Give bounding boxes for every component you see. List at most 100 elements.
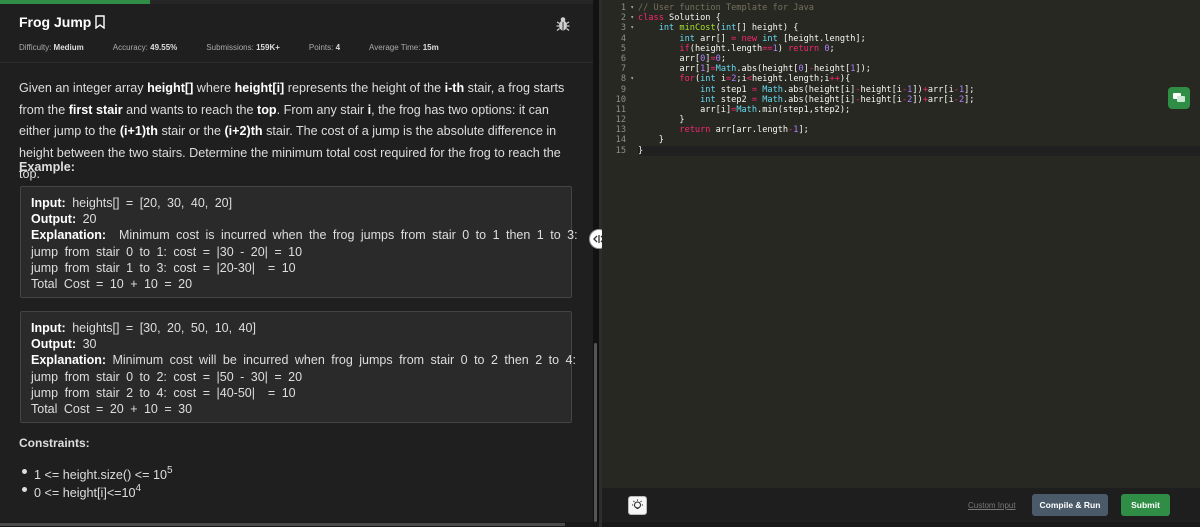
desc-text: . From any stair (276, 102, 368, 117)
accuracy-value: 49.55% (150, 43, 178, 52)
problem-title: Frog Jump (19, 14, 106, 30)
bookmark-icon[interactable] (94, 15, 106, 29)
code-area[interactable]: // User function Template for Java class … (638, 3, 1200, 156)
code-line[interactable]: return arr[arr.length-1]; (638, 125, 1200, 135)
output-label: Output: (31, 212, 77, 227)
line-number: 5 (620, 43, 626, 54)
explanation-value: Minimum cost will be incurred when frog … (106, 353, 576, 368)
constraints-heading: Constraints: (19, 436, 90, 450)
avg-time-meta: Average Time: 15m (369, 43, 439, 52)
custom-input-link[interactable]: Custom Input (968, 501, 1016, 510)
line-number: 10 (615, 94, 626, 105)
desc-bold: height[i] (234, 81, 285, 95)
constraint-item: 0 <= height[i]<=104 (22, 480, 173, 500)
active-tab-indicator (0, 0, 150, 4)
desc-bold: (i+2)th (224, 124, 263, 138)
code-editor[interactable]: 1 ▾ 2 ▾ 3 ▾ 4 5 6 7 8 ▾ 9 10 11 12 13 14 15 … (602, 0, 1200, 488)
example-output: Output: 30 (31, 336, 561, 352)
desc-bold: first stair (68, 102, 123, 117)
code-line[interactable]: int step1 = Math.abs(height[i]-height[i-… (638, 85, 1200, 95)
chat-icon[interactable] (1168, 87, 1190, 109)
header-divider (0, 62, 593, 63)
code-line[interactable]: int arr[] = new int [height.length]; (638, 34, 1200, 44)
submissions-meta: Submissions: 159K+ (206, 43, 280, 52)
problem-scrollbar-thumb[interactable] (594, 343, 597, 522)
problem-description: Given an integer array height[] where he… (19, 78, 579, 186)
points-label: Points: (308, 43, 334, 52)
points-meta: Points: 4 (309, 43, 340, 52)
fold-arrow-icon[interactable]: ▾ (630, 3, 634, 13)
desc-bold: top (257, 102, 277, 117)
line-number: 12 (615, 115, 626, 126)
constraint-exponent: 5 (167, 465, 173, 476)
line-number: 14 (615, 135, 626, 146)
explanation-line: jump from stair 2 to 4: cost = |40-50| =… (31, 385, 296, 400)
fold-arrow-icon[interactable]: ▾ (630, 23, 634, 33)
line-number: 6 (620, 53, 626, 64)
avg-time-value: 15m (422, 43, 439, 52)
code-line[interactable]: arr[i]=Math.min(step1,step2); (638, 105, 1200, 115)
example-explanation: Explanation: Minimum cost will be incurr… (31, 352, 576, 368)
example-input: Input: heights[] = [30, 20, 50, 10, 40] (31, 320, 561, 336)
explanation-label: Explanation: (31, 228, 107, 243)
line-number: 3 ▾ (620, 23, 634, 34)
code-line[interactable]: // User function Template for Java (638, 3, 1200, 13)
desc-text: and wants to reach the (122, 102, 258, 117)
line-number: 11 (615, 104, 626, 115)
constraint-text: 0 <= height[i]<=10 (34, 486, 136, 500)
points-value: 4 (335, 43, 341, 52)
submissions-label: Submissions: (206, 43, 254, 52)
code-line[interactable]: } (638, 135, 1200, 145)
line-number: 1 ▾ (620, 3, 634, 13)
code-line[interactable]: int minCost(int[] height) { (638, 23, 1200, 33)
example-box: Input: heights[] = [30, 20, 50, 10, 40] … (20, 311, 576, 423)
code-line[interactable]: } (638, 115, 1200, 125)
output-value: 30 (76, 337, 97, 352)
bug-icon[interactable] (556, 16, 570, 32)
example-explanation: Explanation: Minimum cost is incurred wh… (31, 227, 578, 243)
code-line[interactable]: for(int i=2;i<height.length;i++){ (638, 74, 1200, 84)
constraint-exponent: 4 (135, 483, 142, 494)
line-number: 2 ▾ (620, 13, 634, 24)
compile-run-button[interactable]: Compile & Run (1032, 494, 1108, 516)
avg-time-label: Average Time: (369, 43, 421, 52)
explanation-line: jump from stair 0 to 1: cost = |30 - 20|… (31, 244, 303, 259)
fold-arrow-icon[interactable]: ▾ (630, 13, 634, 23)
code-line[interactable]: if(height.length==1) return 0; (638, 44, 1200, 54)
problem-pane: Frog Jump Difficulty: Medium Accuracy: 4… (0, 0, 593, 522)
problem-meta: Difficulty: Medium Accuracy: 49.55% Subm… (19, 43, 468, 52)
difficulty-label: Difficulty: (19, 43, 52, 52)
problem-header: Frog Jump (19, 14, 573, 36)
bulb-icon[interactable] (628, 496, 647, 515)
code-line[interactable]: class Solution { (638, 13, 1200, 23)
explanation-label: Explanation: (31, 353, 107, 368)
line-number: 7 (620, 64, 626, 75)
line-number: 15 (615, 145, 626, 156)
line-number: 4 (620, 33, 626, 44)
output-label: Output: (31, 337, 77, 352)
code-line[interactable]: arr[0]=0; (638, 54, 1200, 64)
code-line[interactable]: int step2 = Math.abs(height[i]-height[i-… (638, 95, 1200, 105)
line-number: 13 (615, 125, 626, 136)
desc-text: stair or the (157, 124, 225, 138)
desc-text: represents the height of the (284, 81, 445, 95)
problem-title-text: Frog Jump (19, 14, 92, 30)
example-output: Output: 20 (31, 211, 561, 227)
explanation-line: Total Cost = 10 + 10 = 20 (31, 277, 193, 292)
constraint-item: 1 <= height.size() <= 105 (22, 462, 173, 482)
submit-button[interactable]: Submit (1121, 494, 1170, 516)
line-number: 9 (620, 84, 626, 95)
tab-strip (150, 0, 593, 4)
explanation-value: Minimum cost is incurred when the frog j… (106, 228, 578, 243)
explanation-line: jump from stair 0 to 2: cost = |50 - 30|… (31, 369, 303, 384)
fold-arrow-icon[interactable]: ▾ (630, 74, 634, 84)
output-value: 20 (76, 212, 97, 227)
code-line[interactable]: arr[1]=Math.abs(height[0]-height[1]); (638, 64, 1200, 74)
desc-bold: height[] (147, 81, 194, 95)
code-line[interactable]: } (638, 145, 1200, 156)
desc-text: Given an integer array (19, 81, 148, 95)
submissions-value: 159K+ (256, 43, 280, 52)
accuracy-meta: Accuracy: 49.55% (113, 43, 178, 52)
horizontal-scrollbar-thumb[interactable] (0, 523, 565, 526)
desc-bold: (i+1)th (119, 124, 158, 138)
